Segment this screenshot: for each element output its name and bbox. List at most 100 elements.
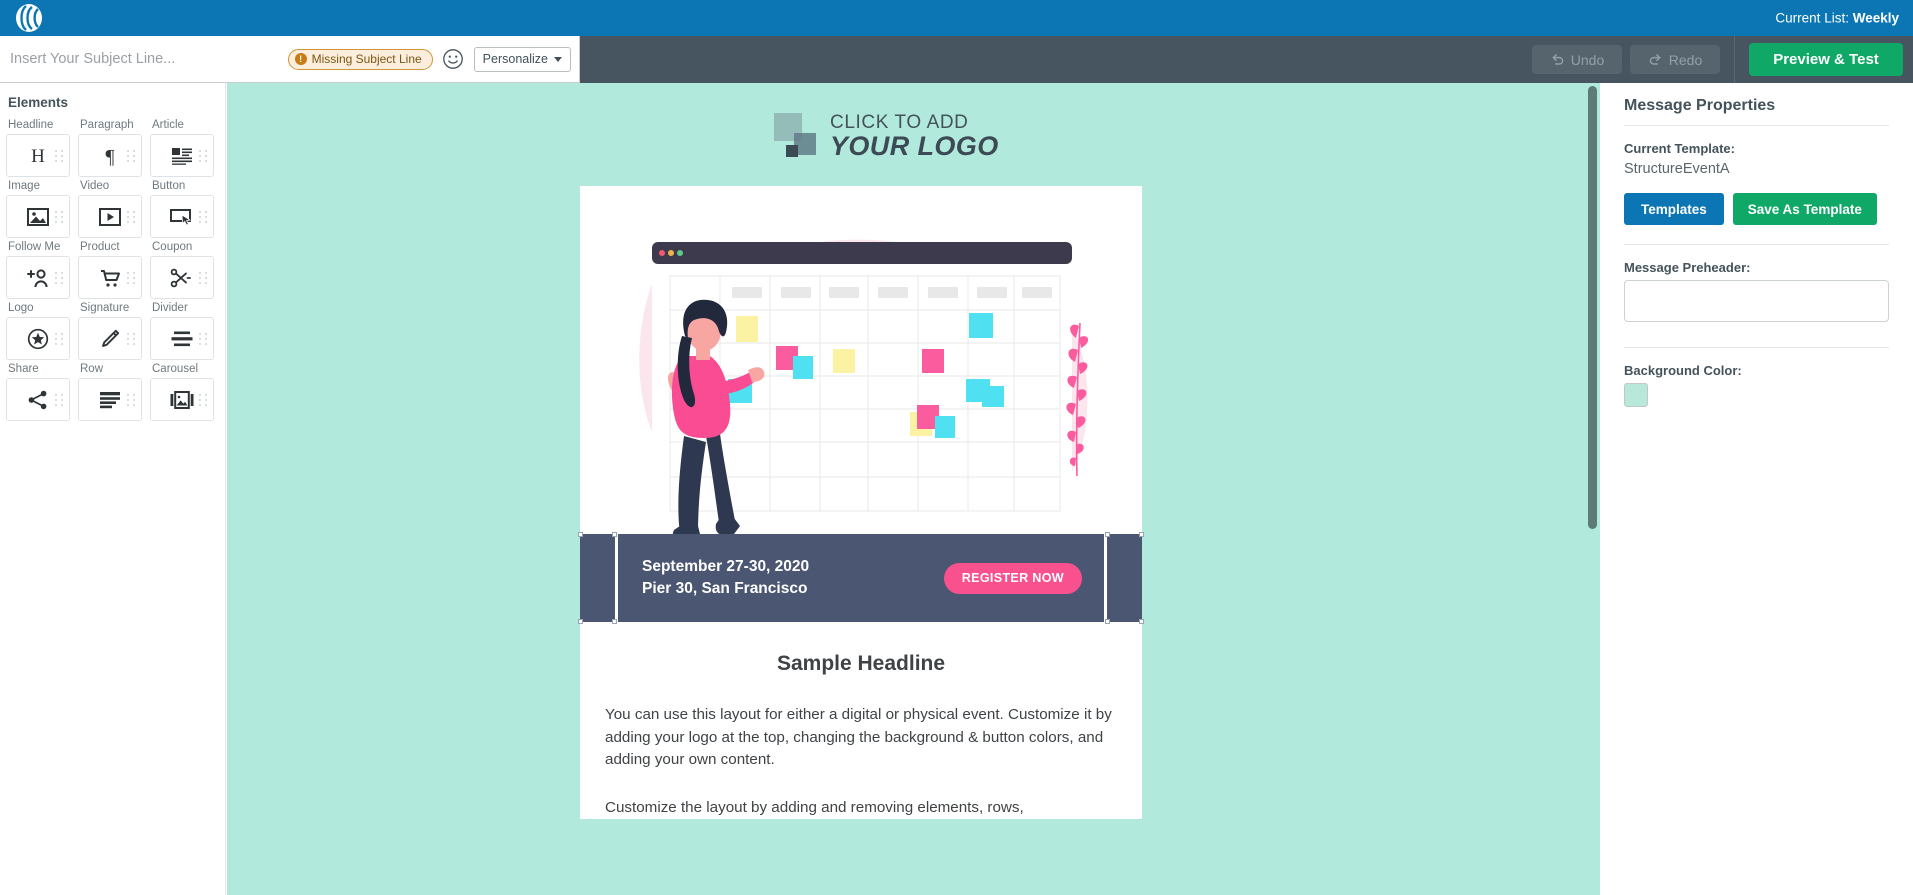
element-item-image[interactable]: Image	[6, 180, 78, 238]
element-item-logo[interactable]: Logo	[6, 302, 78, 360]
element-item-divider[interactable]: Divider	[150, 302, 222, 360]
element-item-share[interactable]: Share	[6, 363, 78, 421]
body-paragraph-1[interactable]: You can use this layout for either a dig…	[605, 704, 1117, 772]
drag-handle-dots[interactable]	[55, 149, 64, 162]
element-label: Coupon	[152, 241, 193, 253]
banner-right-spacer-column[interactable]	[1105, 532, 1144, 624]
element-item-follow-me[interactable]: Follow Me	[6, 241, 78, 299]
missing-subject-badge: ! Missing Subject Line	[287, 48, 433, 70]
drag-handle-dots[interactable]	[199, 332, 208, 345]
element-tile[interactable]	[78, 195, 142, 238]
template-actions: Templates Save As Template	[1624, 193, 1889, 225]
selection-handle[interactable]	[1139, 532, 1144, 537]
selection-handle[interactable]	[612, 619, 617, 624]
canvas-scrollbar-track[interactable]	[1588, 83, 1597, 895]
selection-handle[interactable]	[1105, 619, 1110, 624]
drag-handle-dots[interactable]	[55, 393, 64, 406]
element-tile[interactable]	[6, 378, 70, 421]
element-item-paragraph[interactable]: Paragraph ¶	[78, 119, 150, 177]
drag-handle-dots[interactable]	[127, 271, 136, 284]
body-paragraph-2[interactable]: Customize the layout by adding and remov…	[605, 797, 1117, 820]
element-tile[interactable]	[150, 134, 214, 177]
follow-person-plus-icon	[27, 268, 48, 287]
drag-handle-dots[interactable]	[55, 210, 64, 223]
background-color-swatch[interactable]	[1624, 383, 1648, 407]
drag-handle-dots[interactable]	[199, 393, 208, 406]
element-tile[interactable]	[78, 256, 142, 299]
email-text-block[interactable]: Sample Headline You can use this layout …	[580, 622, 1142, 819]
register-now-button[interactable]: REGISTER NOW	[943, 562, 1082, 594]
element-tile[interactable]: H	[6, 134, 70, 177]
event-banner-row[interactable]: September 27-30, 2020 Pier 30, San Franc…	[578, 532, 1144, 624]
element-label: Image	[8, 180, 40, 192]
elements-sidebar: Elements Headline H Paragraph ¶ Article	[0, 83, 226, 895]
drag-handle-dots[interactable]	[127, 332, 136, 345]
element-tile[interactable]	[150, 317, 214, 360]
element-tile[interactable]	[6, 195, 70, 238]
panel-divider	[1624, 347, 1889, 348]
banner-content-column[interactable]: September 27-30, 2020 Pier 30, San Franc…	[618, 534, 1104, 622]
element-tile[interactable]	[150, 195, 214, 238]
element-tile[interactable]	[78, 378, 142, 421]
wave-circle-logo-icon[interactable]	[0, 3, 46, 33]
element-label: Product	[80, 241, 120, 253]
message-preheader-input[interactable]	[1624, 280, 1889, 322]
drag-handle-dots[interactable]	[127, 149, 136, 162]
redo-button[interactable]: Redo	[1630, 45, 1720, 74]
element-tile[interactable]	[6, 256, 70, 299]
element-item-article[interactable]: Article	[150, 119, 222, 177]
missing-subject-label: Missing Subject Line	[311, 52, 422, 66]
subject-line-container: ! Missing Subject Line Personalize	[0, 36, 580, 83]
element-tile[interactable]	[6, 317, 70, 360]
selection-handle[interactable]	[578, 532, 583, 537]
undo-button[interactable]: Undo	[1532, 45, 1622, 74]
logo-placeholder-block[interactable]: CLICK TO ADD YOUR LOGO	[227, 83, 1600, 186]
current-list-indicator: Current List: Weekly	[1775, 11, 1899, 26]
drag-handle-dots[interactable]	[199, 149, 208, 162]
drag-handle-dots[interactable]	[55, 271, 64, 284]
email-canvas[interactable]: CLICK TO ADD YOUR LOGO September 27-30, …	[227, 83, 1600, 895]
paragraph-pilcrow-icon: ¶	[105, 146, 114, 167]
smiley-face-icon[interactable]	[442, 48, 474, 70]
personalize-dropdown[interactable]: Personalize	[473, 46, 571, 72]
click-to-add-logo[interactable]: CLICK TO ADD YOUR LOGO	[772, 110, 1056, 160]
selection-handle[interactable]	[1139, 619, 1144, 624]
element-item-carousel[interactable]: Carousel	[150, 363, 222, 421]
element-item-row[interactable]: Row	[78, 363, 150, 421]
alert-exclamation-icon: !	[294, 53, 307, 65]
selection-handle[interactable]	[1105, 532, 1110, 537]
templates-button[interactable]: Templates	[1624, 193, 1724, 225]
element-item-signature[interactable]: Signature	[78, 302, 150, 360]
sample-headline[interactable]: Sample Headline	[605, 652, 1117, 676]
brand-header-bar: Current List: Weekly	[0, 0, 1913, 36]
event-details-text: September 27-30, 2020 Pier 30, San Franc…	[642, 556, 809, 601]
element-tile[interactable]	[150, 256, 214, 299]
drag-handle-dots[interactable]	[199, 210, 208, 223]
element-item-coupon[interactable]: Coupon	[150, 241, 222, 299]
element-label: Follow Me	[8, 241, 61, 253]
drag-handle-dots[interactable]	[55, 332, 64, 345]
drag-handle-dots[interactable]	[199, 271, 208, 284]
selection-handle[interactable]	[578, 619, 583, 624]
element-item-button[interactable]: Button	[150, 180, 222, 238]
selection-handle[interactable]	[612, 532, 617, 537]
preview-and-test-button[interactable]: Preview & Test	[1749, 43, 1903, 76]
save-as-template-button[interactable]: Save As Template	[1732, 193, 1877, 225]
current-template-value: StructureEventA	[1624, 161, 1730, 177]
svg-text:YOUR LOGO: YOUR LOGO	[830, 131, 999, 160]
hero-image-block[interactable]	[580, 186, 1142, 534]
divider-lines-icon	[171, 331, 193, 346]
element-item-product[interactable]: Product	[78, 241, 150, 299]
element-tile[interactable]	[150, 378, 214, 421]
drag-handle-dots[interactable]	[127, 393, 136, 406]
banner-left-spacer-column[interactable]	[578, 532, 617, 624]
element-item-video[interactable]: Video	[78, 180, 150, 238]
element-tile[interactable]	[78, 317, 142, 360]
subject-input[interactable]	[0, 36, 288, 82]
element-tile[interactable]: ¶	[78, 134, 142, 177]
email-body[interactable]: September 27-30, 2020 Pier 30, San Franc…	[578, 186, 1144, 819]
drag-handle-dots[interactable]	[127, 210, 136, 223]
canvas-scrollbar-thumb[interactable]	[1588, 86, 1597, 529]
element-item-headline[interactable]: Headline H	[6, 119, 78, 177]
current-list-label: Current List:	[1775, 10, 1849, 26]
